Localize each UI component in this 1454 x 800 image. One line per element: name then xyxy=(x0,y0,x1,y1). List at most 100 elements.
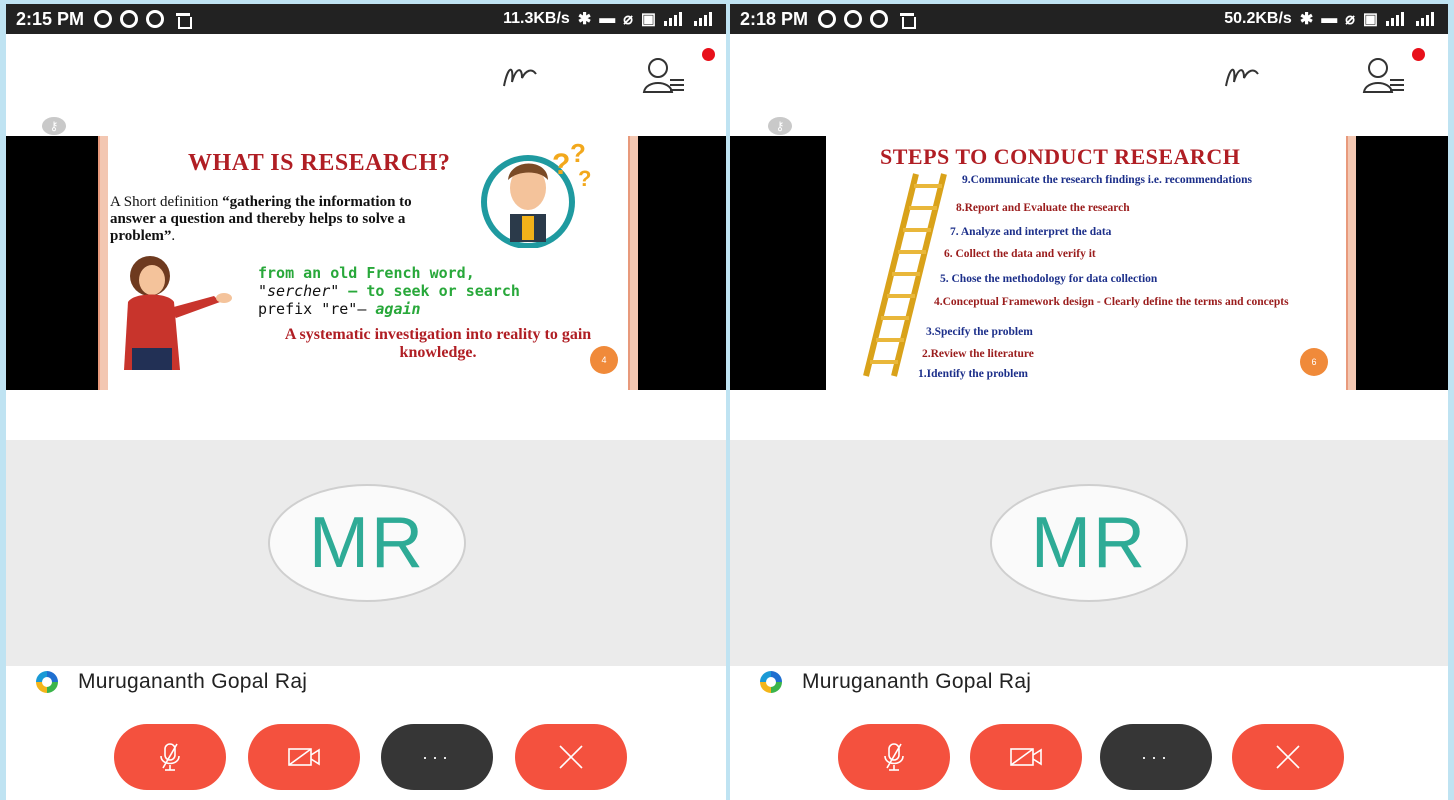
webex-logo-icon xyxy=(760,671,782,693)
status-bar: 2:18 PM 50.2KB/s ✱ ▬ ⌀ ▣ xyxy=(730,4,1448,34)
slide-title: STEPS TO CONDUCT RESEARCH xyxy=(880,144,1241,169)
notification-dot xyxy=(702,48,715,61)
mute-button[interactable] xyxy=(114,724,226,790)
stop-video-button[interactable] xyxy=(970,724,1082,790)
notification-icon xyxy=(870,10,889,28)
volte-icon: ▣ xyxy=(1362,11,1378,28)
presenter-woman-illustration xyxy=(124,256,232,370)
participant-name: Murugananth Gopal Raj xyxy=(78,670,308,693)
research-step: 6. Collect the data and verify it xyxy=(944,248,1096,260)
bluetooth-icon: ✱ xyxy=(577,11,592,28)
key-icon: ⚷ xyxy=(768,117,792,135)
etym-again: again xyxy=(375,300,421,318)
avatar: MR xyxy=(268,484,466,602)
status-time: 2:15 PM xyxy=(16,8,85,29)
mute-status-icon: ⌀ xyxy=(623,11,633,28)
bluetooth-icon: ✱ xyxy=(1299,11,1314,28)
participants-icon[interactable] xyxy=(640,54,690,98)
mic-muted-icon xyxy=(160,743,180,771)
notification-icon xyxy=(844,10,863,28)
notification-icon xyxy=(94,10,113,28)
avatar: MR xyxy=(990,484,1188,602)
mute-status-icon: ⌀ xyxy=(1345,11,1355,28)
research-step: 5. Chose the methodology for data collec… xyxy=(940,273,1158,285)
research-step: 2.Review the literature xyxy=(922,348,1034,360)
research-step: 1.Identify the problem xyxy=(918,368,1028,380)
more-icon: ··· xyxy=(422,746,452,767)
avatar-initials: MR xyxy=(309,503,425,583)
etym-prefix: prefix "re"– xyxy=(258,300,376,318)
etymology-text: from an old French word, "sercher" – to … xyxy=(258,264,520,318)
end-call-button[interactable] xyxy=(1232,724,1344,790)
close-icon xyxy=(1276,745,1300,769)
annotate-pen-icon[interactable] xyxy=(500,56,544,96)
participant-name: Murugananth Gopal Raj xyxy=(802,670,1032,693)
network-speed: 50.2KB/s xyxy=(1224,10,1292,27)
etym-word: "sercher" xyxy=(258,282,340,300)
research-step: 7. Analyze and interpret the data xyxy=(950,226,1112,238)
shared-content: STEPS TO CONDUCT RESEARCH 9.Communicate … xyxy=(730,136,1448,390)
video-off-icon xyxy=(1010,748,1042,766)
participant-name-bar: Murugananth Gopal Raj xyxy=(730,666,1448,698)
participant-name-bar: Murugananth Gopal Raj xyxy=(6,666,726,698)
svg-text:?: ? xyxy=(552,148,570,181)
screenshot-stage: 2:15 PM 11.3KB/s ✱ ▬ ⌀ ▣ ⚷ WHAT IS RESEA… xyxy=(0,0,1454,800)
presentation-slide: WHAT IS RESEARCH? A Short definition “ga… xyxy=(98,136,638,390)
mic-muted-icon xyxy=(884,743,904,771)
slide-border xyxy=(1346,136,1356,390)
slide-page-number: 6 xyxy=(1300,348,1328,376)
trash-icon xyxy=(176,11,193,29)
meeting-screen-right: 2:18 PM 50.2KB/s ✱ ▬ ⌀ ▣ ⚷ STEPS TO COND… xyxy=(730,4,1448,800)
etym-line: – to seek or search xyxy=(339,282,520,300)
close-icon xyxy=(559,745,583,769)
slide-definition: A Short definition “gathering the inform… xyxy=(110,194,460,245)
systematic-definition: A systematic investigation into reality … xyxy=(284,326,592,361)
status-bar: 2:15 PM 11.3KB/s ✱ ▬ ⌀ ▣ xyxy=(6,4,726,34)
svg-text:?: ? xyxy=(570,140,586,168)
notification-icon xyxy=(146,10,165,28)
battery-icon: ▬ xyxy=(599,10,616,27)
research-step: 3.Specify the problem xyxy=(926,326,1033,338)
etym-line: from an old French word, xyxy=(258,264,475,282)
meeting-toolbar xyxy=(6,34,726,114)
shared-content: WHAT IS RESEARCH? A Short definition “ga… xyxy=(6,136,726,390)
network-speed: 11.3KB/s xyxy=(503,10,570,27)
more-icon: ··· xyxy=(1141,746,1171,767)
participants-icon[interactable] xyxy=(1360,54,1410,98)
trash-icon xyxy=(900,11,917,29)
notification-icon xyxy=(120,10,139,28)
call-controls: ··· xyxy=(6,698,726,800)
avatar-initials: MR xyxy=(1031,503,1147,583)
volte-icon: ▣ xyxy=(640,11,656,28)
video-off-icon xyxy=(288,748,320,766)
call-controls: ··· xyxy=(730,698,1448,800)
status-time: 2:18 PM xyxy=(740,8,809,29)
definition-prefix: A Short definition xyxy=(110,194,223,210)
signal-icon xyxy=(664,12,686,26)
presentation-slide: STEPS TO CONDUCT RESEARCH 9.Communicate … xyxy=(826,136,1356,390)
signal-icon xyxy=(694,12,716,26)
definition-suffix: . xyxy=(171,228,176,244)
signal-icon xyxy=(1416,12,1438,26)
annotate-pen-icon[interactable] xyxy=(1222,56,1266,96)
stop-video-button[interactable] xyxy=(248,724,360,790)
end-call-button[interactable] xyxy=(515,724,627,790)
more-options-button[interactable]: ··· xyxy=(381,724,493,790)
meeting-screen-left: 2:15 PM 11.3KB/s ✱ ▬ ⌀ ▣ ⚷ WHAT IS RESEA… xyxy=(6,4,726,800)
video-area: MR xyxy=(6,390,726,666)
mute-button[interactable] xyxy=(838,724,950,790)
research-step: 8.Report and Evaluate the research xyxy=(956,202,1130,214)
video-area: MR xyxy=(730,390,1448,666)
thinking-man-illustration: ? ? ? xyxy=(481,140,591,248)
battery-icon: ▬ xyxy=(1321,10,1338,27)
svg-text:?: ? xyxy=(578,166,591,191)
more-options-button[interactable]: ··· xyxy=(1100,724,1212,790)
meeting-toolbar xyxy=(730,34,1448,114)
signal-icon xyxy=(1386,12,1408,26)
research-step: 4.Conceptual Framework design - Clearly … xyxy=(934,296,1289,308)
key-icon: ⚷ xyxy=(42,117,66,135)
slide-page-number: 4 xyxy=(590,346,618,374)
notification-icon xyxy=(818,10,837,28)
webex-logo-icon xyxy=(36,671,58,693)
slide-border xyxy=(628,136,638,390)
